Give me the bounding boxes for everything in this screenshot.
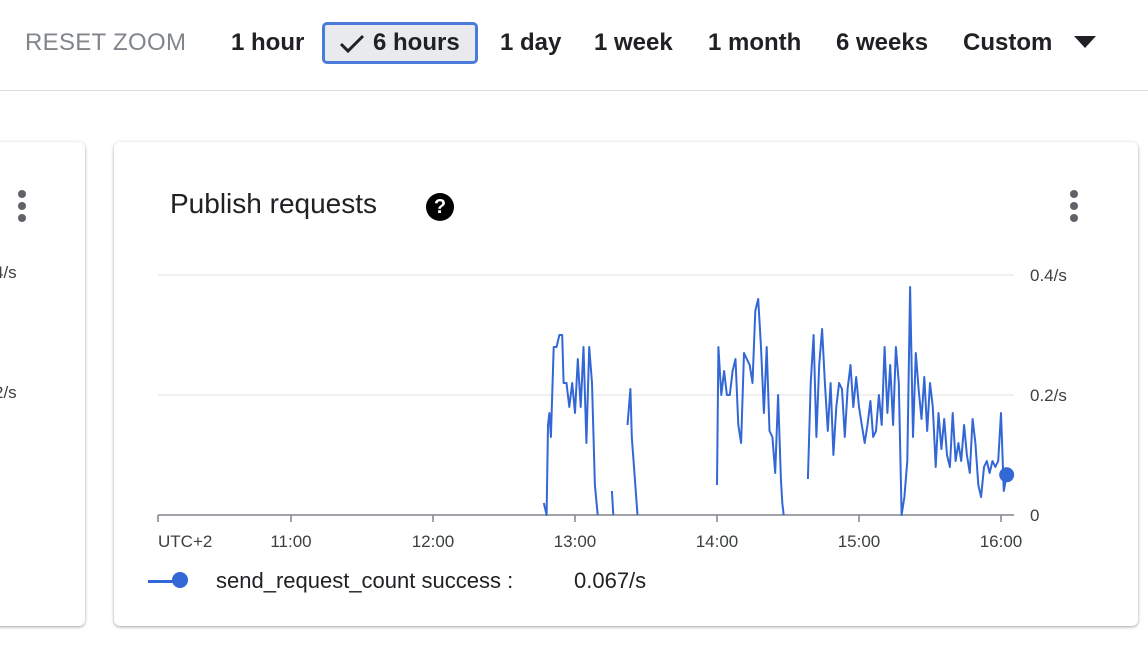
reset-zoom-button[interactable]: RESET ZOOM bbox=[25, 22, 186, 64]
y-tick-label: 0.2/s bbox=[1030, 386, 1067, 405]
legend-dot-swatch bbox=[172, 572, 188, 588]
series-last-point bbox=[999, 467, 1015, 483]
series-line-segment bbox=[716, 298, 785, 516]
x-tick-label: 12:00 bbox=[412, 532, 455, 551]
publish-requests-chart[interactable]: 0 0.2/s 0.4/s UTC+2 11:00 12:00 13:00 14:00 15:0… bbox=[114, 142, 1138, 562]
y-tick-label: 0.4/s bbox=[1030, 266, 1067, 285]
x-tick-label: 16:00 bbox=[980, 532, 1023, 551]
y-tick-label: 2/s bbox=[0, 383, 17, 402]
publish-requests-card: Publish requests ? 0 0.2/s 0.4/s UTC+2 11:00… bbox=[114, 142, 1138, 626]
x-tick-label: 15:00 bbox=[838, 532, 881, 551]
x-tick-label: UTC+2 bbox=[158, 532, 212, 551]
range-1-day-button[interactable]: 1 day bbox=[500, 22, 561, 64]
range-6-hours-label: 6 hours bbox=[373, 29, 460, 56]
series-line-segment bbox=[626, 388, 639, 516]
legend-series-value: 0.067/s bbox=[574, 568, 647, 593]
x-tick-label: 11:00 bbox=[270, 532, 311, 551]
caret-down-icon bbox=[1074, 35, 1097, 48]
range-1-month-button[interactable]: 1 month bbox=[708, 22, 801, 64]
x-tick-label: 13:00 bbox=[554, 532, 597, 551]
time-range-toolbar: RESET ZOOM 1 hour 6 hours 1 day 1 week 1… bbox=[0, 0, 1148, 91]
chart-card-partial: 4/s 2/s bbox=[0, 142, 85, 626]
check-icon bbox=[339, 34, 365, 53]
series-line-segment bbox=[806, 286, 1008, 516]
x-tick-label: 14:00 bbox=[696, 532, 739, 551]
legend-series-label: send_request_count success : bbox=[216, 568, 514, 593]
more-vert-icon[interactable] bbox=[17, 190, 27, 224]
custom-range-label: Custom bbox=[963, 29, 1053, 56]
custom-range-dropdown[interactable]: Custom bbox=[963, 22, 1097, 64]
y-tick-label: 0 bbox=[1030, 506, 1039, 525]
range-6-hours-button[interactable]: 6 hours bbox=[322, 22, 478, 64]
range-1-hour-button[interactable]: 1 hour bbox=[231, 22, 304, 64]
series-line-segment bbox=[610, 490, 615, 516]
y-tick-label: 4/s bbox=[0, 263, 17, 282]
range-6-weeks-button[interactable]: 6 weeks bbox=[836, 22, 928, 64]
range-1-week-button[interactable]: 1 week bbox=[594, 22, 673, 64]
series-line-segment bbox=[542, 334, 599, 516]
